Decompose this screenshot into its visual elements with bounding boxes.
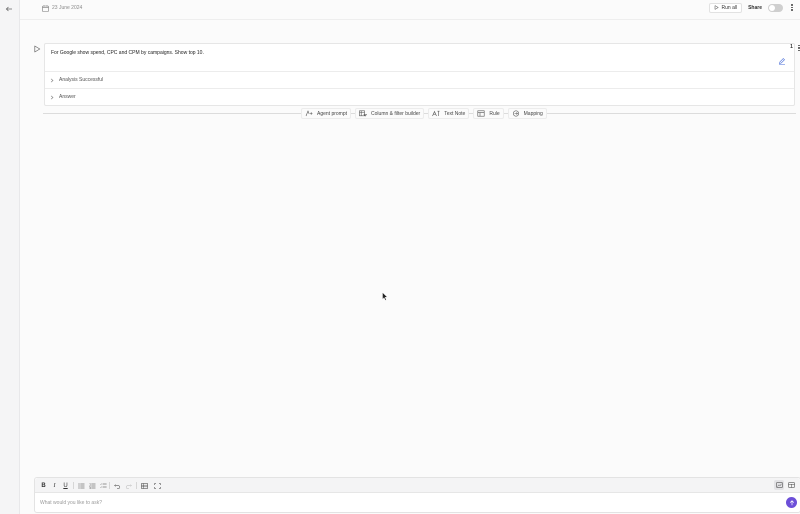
toolbar-divider bbox=[73, 482, 74, 489]
prompt-cell: For Google show spend, CPC and CPM by ca… bbox=[44, 43, 795, 106]
mouse-cursor-icon bbox=[382, 292, 388, 301]
notebook-main: 23 June 2024 Run all Share For Google sh… bbox=[20, 0, 800, 514]
ask-input[interactable] bbox=[40, 498, 780, 508]
cell-number: 1 bbox=[790, 44, 793, 50]
column-filter-icon bbox=[359, 110, 368, 117]
section-label: Analysis Successful bbox=[59, 77, 104, 83]
add-item-label: Agent prompt bbox=[317, 110, 348, 117]
share-label: Share bbox=[748, 4, 762, 11]
add-item-label: Mapping bbox=[523, 110, 543, 117]
top-actions: Run all Share bbox=[708, 2, 795, 13]
edit-pencil-icon[interactable] bbox=[778, 57, 786, 65]
back-arrow-icon[interactable] bbox=[3, 4, 15, 14]
mapping-icon bbox=[512, 110, 519, 117]
cell-more-options-icon[interactable] bbox=[796, 43, 800, 53]
arrow-up-icon bbox=[789, 499, 794, 505]
table-view-icon[interactable] bbox=[786, 480, 796, 490]
rule-icon bbox=[477, 110, 485, 117]
add-item-label: Rule bbox=[489, 110, 500, 117]
play-icon bbox=[34, 45, 41, 53]
toolbar-divider bbox=[136, 482, 137, 489]
italic-icon[interactable]: I bbox=[51, 482, 58, 489]
undo-icon[interactable] bbox=[114, 482, 121, 489]
run-cell-button[interactable] bbox=[33, 45, 41, 53]
checklist-icon[interactable] bbox=[100, 482, 107, 489]
add-text-note-button[interactable]: Text Note bbox=[428, 108, 470, 119]
text-style-group: B I U bbox=[40, 481, 69, 490]
cell-prompt-text[interactable]: For Google show spend, CPC and CPM by ca… bbox=[51, 50, 204, 56]
date-text: 23 June 2024 bbox=[52, 5, 83, 11]
send-button[interactable] bbox=[786, 497, 797, 508]
add-cell-bar: Agent prompt Column & filter builder Tex… bbox=[43, 108, 796, 119]
top-bar: 23 June 2024 Run all Share bbox=[20, 0, 800, 20]
text-note-icon bbox=[432, 110, 440, 117]
insert-group bbox=[141, 481, 161, 490]
chevron-right-icon bbox=[50, 95, 54, 99]
more-options-icon[interactable] bbox=[789, 3, 795, 13]
underline-icon[interactable]: U bbox=[62, 482, 69, 489]
redo-icon[interactable] bbox=[125, 482, 132, 489]
fullscreen-icon[interactable] bbox=[154, 482, 161, 489]
bold-icon[interactable]: B bbox=[40, 482, 47, 489]
numbered-list-icon[interactable] bbox=[89, 482, 96, 489]
add-item-label: Column & filter builder bbox=[371, 110, 421, 117]
analysis-section-toggle[interactable]: Analysis Successful bbox=[45, 71, 794, 88]
add-agent-prompt-button[interactable]: Agent prompt bbox=[301, 108, 352, 119]
answer-section-toggle[interactable]: Answer bbox=[45, 88, 794, 105]
add-rule-button[interactable]: Rule bbox=[473, 108, 504, 119]
view-mode-toggle bbox=[774, 480, 796, 491]
prompt-composer: B I U bbox=[34, 477, 800, 513]
left-rail bbox=[0, 0, 20, 514]
run-all-button[interactable]: Run all bbox=[708, 2, 743, 13]
chevron-right-icon bbox=[50, 78, 54, 82]
formatting-toolbar: B I U bbox=[35, 478, 800, 493]
share-toggle[interactable] bbox=[768, 3, 783, 12]
history-group bbox=[114, 481, 132, 490]
table-icon[interactable] bbox=[141, 482, 148, 489]
agent-prompt-icon bbox=[305, 110, 313, 117]
add-mapping-button[interactable]: Mapping bbox=[507, 108, 547, 119]
calendar-icon bbox=[42, 4, 49, 12]
play-icon bbox=[714, 5, 719, 10]
list-group bbox=[78, 481, 107, 490]
bullet-list-icon[interactable] bbox=[78, 482, 85, 489]
toolbar-divider bbox=[109, 482, 110, 489]
toggle-knob bbox=[769, 4, 775, 11]
add-cell-options: Agent prompt Column & filter builder Tex… bbox=[301, 108, 547, 119]
add-column-filter-builder-button[interactable]: Column & filter builder bbox=[355, 108, 425, 119]
section-label: Answer bbox=[59, 94, 76, 100]
chart-view-icon[interactable] bbox=[774, 480, 784, 490]
add-item-label: Text Note bbox=[444, 110, 466, 117]
run-all-label: Run all bbox=[721, 4, 738, 11]
date-label: 23 June 2024 bbox=[42, 3, 82, 13]
